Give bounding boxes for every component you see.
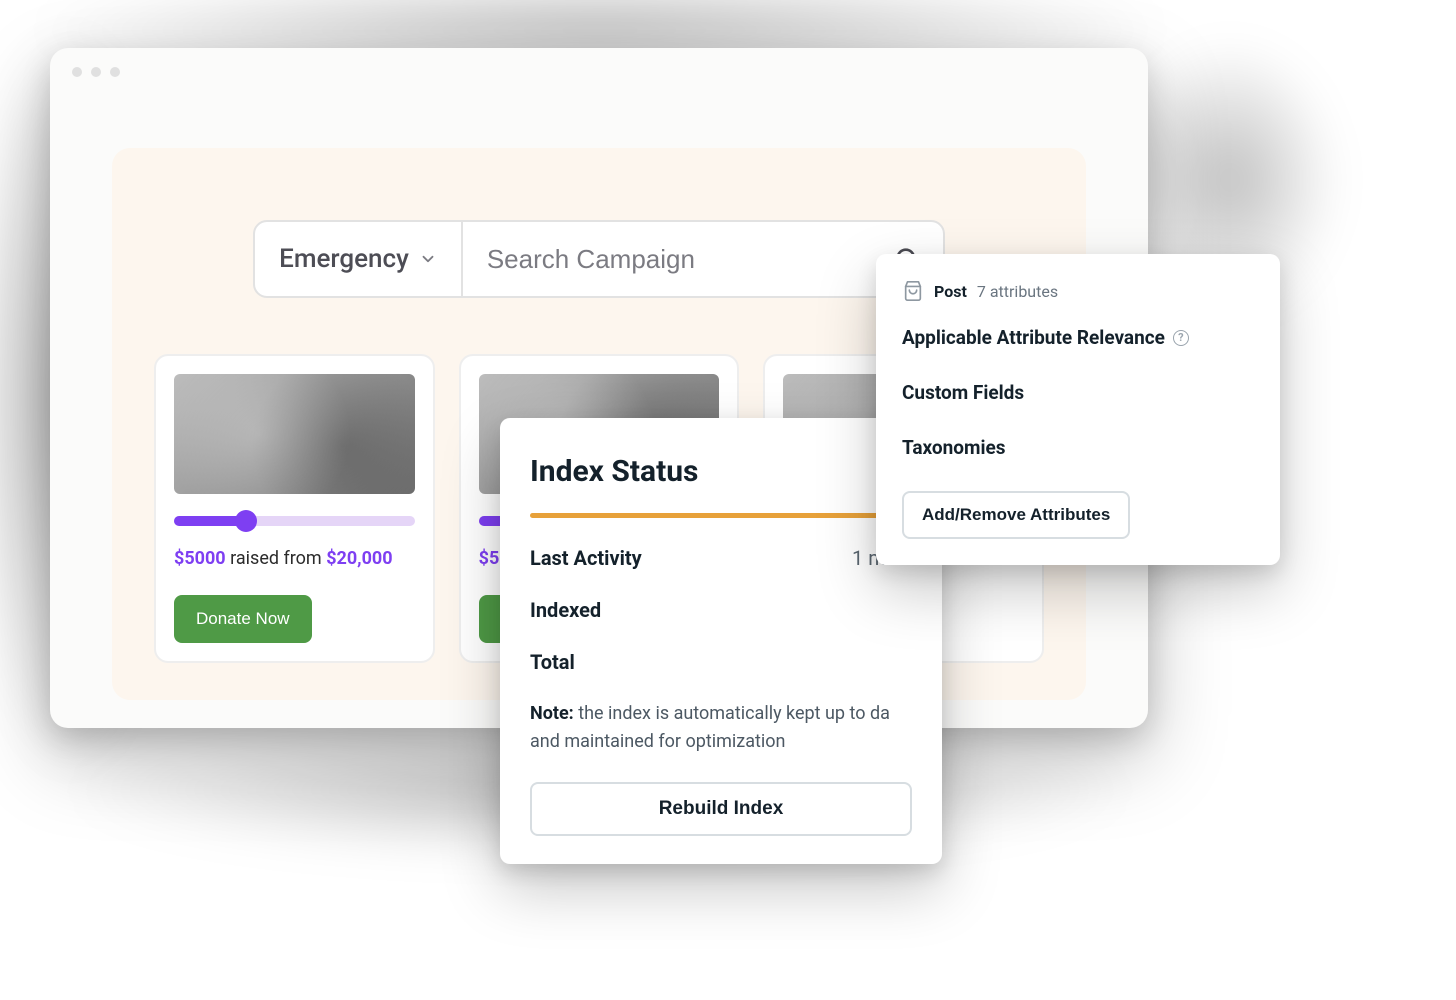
add-remove-attributes-button[interactable]: Add/Remove Attributes bbox=[902, 491, 1130, 539]
search-combo: Emergency bbox=[253, 220, 945, 298]
shopping-bag-icon bbox=[902, 280, 924, 302]
window-chrome bbox=[50, 48, 1148, 96]
relevance-section-title: Applicable Attribute Relevance ? bbox=[902, 326, 1254, 349]
traffic-light-dot bbox=[72, 67, 82, 77]
total-label: Total bbox=[530, 650, 575, 674]
post-type-name: Post bbox=[934, 282, 967, 301]
campaign-card: $5000 raised from $20,000 Donate Now bbox=[154, 354, 435, 663]
attribute-panel: Post 7 attributes Applicable Attribute R… bbox=[876, 254, 1280, 565]
category-select-label: Emergency bbox=[279, 244, 409, 274]
post-type-header: Post 7 attributes bbox=[902, 280, 1254, 302]
last-activity-label: Last Activity bbox=[530, 546, 642, 570]
raised-mid: raised from bbox=[230, 548, 322, 569]
index-note: Note: the index is automatically kept up… bbox=[530, 700, 912, 756]
search-input[interactable] bbox=[487, 244, 893, 275]
goal-amount: $20,000 bbox=[326, 548, 392, 569]
note-label: Note: bbox=[530, 703, 574, 724]
chevron-down-icon bbox=[419, 250, 437, 268]
campaign-raised-line: $5000 raised from $20,000 bbox=[174, 548, 415, 569]
index-progress-bar bbox=[530, 513, 912, 518]
campaign-thumbnail bbox=[174, 374, 415, 494]
category-select[interactable]: Emergency bbox=[255, 222, 463, 296]
search-input-wrap bbox=[463, 222, 943, 296]
raised-amount: $5000 bbox=[174, 548, 226, 569]
help-icon[interactable]: ? bbox=[1173, 330, 1189, 346]
traffic-light-dot bbox=[110, 67, 120, 77]
traffic-light-dot bbox=[91, 67, 101, 77]
indexed-label: Indexed bbox=[530, 598, 601, 622]
index-status-title: Index Status bbox=[530, 454, 698, 489]
donate-button[interactable]: Donate Now bbox=[174, 595, 312, 643]
note-text: the index is automatically kept up to da… bbox=[530, 703, 890, 752]
taxonomies-title: Taxonomies bbox=[902, 436, 1254, 459]
custom-fields-title: Custom Fields bbox=[902, 381, 1254, 404]
progress-slider[interactable] bbox=[174, 516, 415, 526]
rebuild-index-button[interactable]: Rebuild Index bbox=[530, 782, 912, 836]
attribute-count: 7 attributes bbox=[977, 282, 1058, 301]
